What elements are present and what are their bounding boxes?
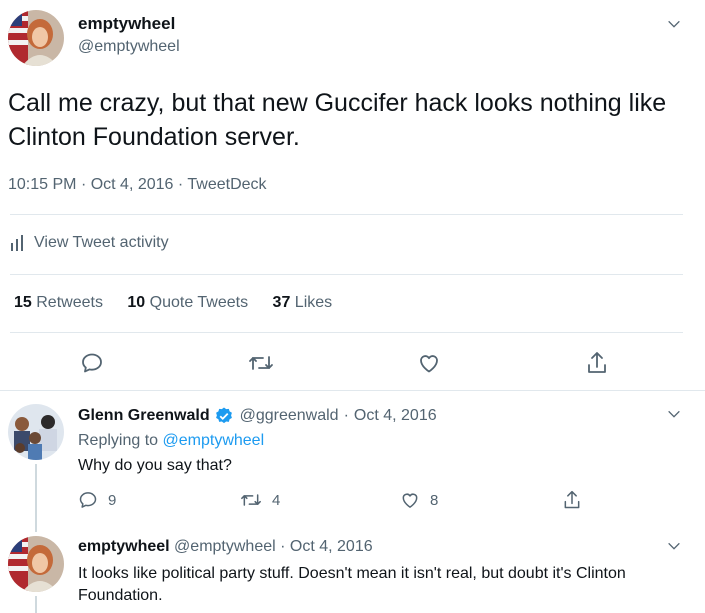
quotes-count: 10 bbox=[127, 294, 146, 311]
verified-badge-icon bbox=[214, 406, 234, 426]
retweets-label: Retweets bbox=[36, 294, 103, 311]
quotes-stat[interactable]: 10 Quote Tweets bbox=[127, 294, 252, 311]
author-name[interactable]: Glenn Greenwald bbox=[78, 407, 210, 425]
avatar[interactable] bbox=[8, 404, 64, 460]
like-button[interactable]: 8 bbox=[400, 490, 438, 510]
author-name[interactable]: emptywheel bbox=[78, 538, 170, 555]
like-button[interactable] bbox=[417, 351, 441, 375]
like-count: 8 bbox=[430, 491, 439, 509]
share-icon bbox=[588, 352, 606, 373]
reply-button[interactable] bbox=[80, 351, 104, 375]
retweet-icon bbox=[249, 356, 273, 370]
chevron-down-icon[interactable] bbox=[666, 16, 682, 32]
tweet-date[interactable]: Oct 4, 2016 bbox=[91, 176, 174, 193]
retweet-button[interactable] bbox=[248, 351, 274, 375]
reply-header: Glenn Greenwald @ggreenwald · Oct 4, 201… bbox=[78, 406, 437, 426]
replying-to: Replying to @emptywheel bbox=[78, 432, 264, 450]
avatar[interactable] bbox=[8, 536, 64, 592]
thread-line bbox=[35, 464, 37, 532]
reply-date[interactable]: Oct 4, 2016 bbox=[290, 538, 373, 555]
tweet-stats: 15 Retweets 10 Quote Tweets 37 Likes bbox=[14, 294, 332, 312]
replying-to-label: Replying to bbox=[78, 432, 159, 449]
likes-stat[interactable]: 37 Likes bbox=[273, 294, 333, 311]
chevron-down-icon[interactable] bbox=[666, 538, 682, 554]
divider bbox=[10, 214, 683, 215]
quotes-label: Quote Tweets bbox=[149, 294, 249, 311]
divider bbox=[10, 274, 683, 275]
reply-date[interactable]: Oct 4, 2016 bbox=[354, 407, 437, 425]
retweets-count: 15 bbox=[14, 294, 32, 311]
separator: · bbox=[343, 407, 349, 424]
separator: · bbox=[80, 176, 87, 193]
tweet-meta: 10:15 PM · Oct 4, 2016 · TweetDeck bbox=[8, 176, 267, 194]
tweet-text: Call me crazy, but that new Guccifer hac… bbox=[8, 89, 667, 151]
chevron-down-icon[interactable] bbox=[666, 406, 682, 422]
speech-bubble-icon bbox=[82, 353, 102, 373]
reply-text: Why do you say that? bbox=[78, 457, 232, 474]
separator: · bbox=[177, 176, 184, 193]
bar-chart-icon bbox=[10, 235, 26, 251]
thread-line bbox=[35, 596, 37, 613]
share-button[interactable] bbox=[585, 350, 609, 376]
likes-label: Likes bbox=[294, 294, 333, 311]
likes-count: 37 bbox=[272, 294, 291, 311]
author-name[interactable]: emptywheel bbox=[78, 14, 175, 34]
separator: · bbox=[280, 538, 286, 555]
speech-bubble-icon bbox=[78, 490, 98, 510]
reply-text: It looks like political party stuff. Doe… bbox=[78, 565, 626, 604]
replying-to-handle[interactable]: @emptywheel bbox=[163, 432, 265, 449]
heart-icon bbox=[420, 355, 438, 373]
retweets-stat[interactable]: 15 Retweets bbox=[14, 294, 107, 311]
divider bbox=[0, 390, 705, 391]
author-handle[interactable]: @emptywheel bbox=[78, 38, 180, 56]
tweet-time[interactable]: 10:15 PM bbox=[8, 176, 76, 193]
retweet-icon bbox=[240, 490, 262, 510]
reply-count: 9 bbox=[108, 491, 117, 509]
tweet-source[interactable]: TweetDeck bbox=[187, 176, 266, 193]
heart-icon bbox=[400, 490, 420, 510]
share-icon bbox=[564, 490, 580, 509]
view-activity-label: View Tweet activity bbox=[34, 234, 169, 251]
share-button[interactable] bbox=[562, 489, 582, 511]
avatar[interactable] bbox=[8, 10, 64, 66]
view-activity-link[interactable]: View Tweet activity bbox=[10, 234, 169, 252]
reply-header: emptywheel @emptywheel · Oct 4, 2016 bbox=[78, 538, 373, 556]
retweet-count: 4 bbox=[272, 491, 281, 509]
author-handle[interactable]: @ggreenwald bbox=[240, 407, 339, 425]
author-handle[interactable]: @emptywheel bbox=[174, 538, 276, 555]
reply-button[interactable]: 9 bbox=[78, 490, 116, 510]
retweet-button[interactable]: 4 bbox=[240, 490, 280, 510]
divider bbox=[10, 332, 683, 333]
